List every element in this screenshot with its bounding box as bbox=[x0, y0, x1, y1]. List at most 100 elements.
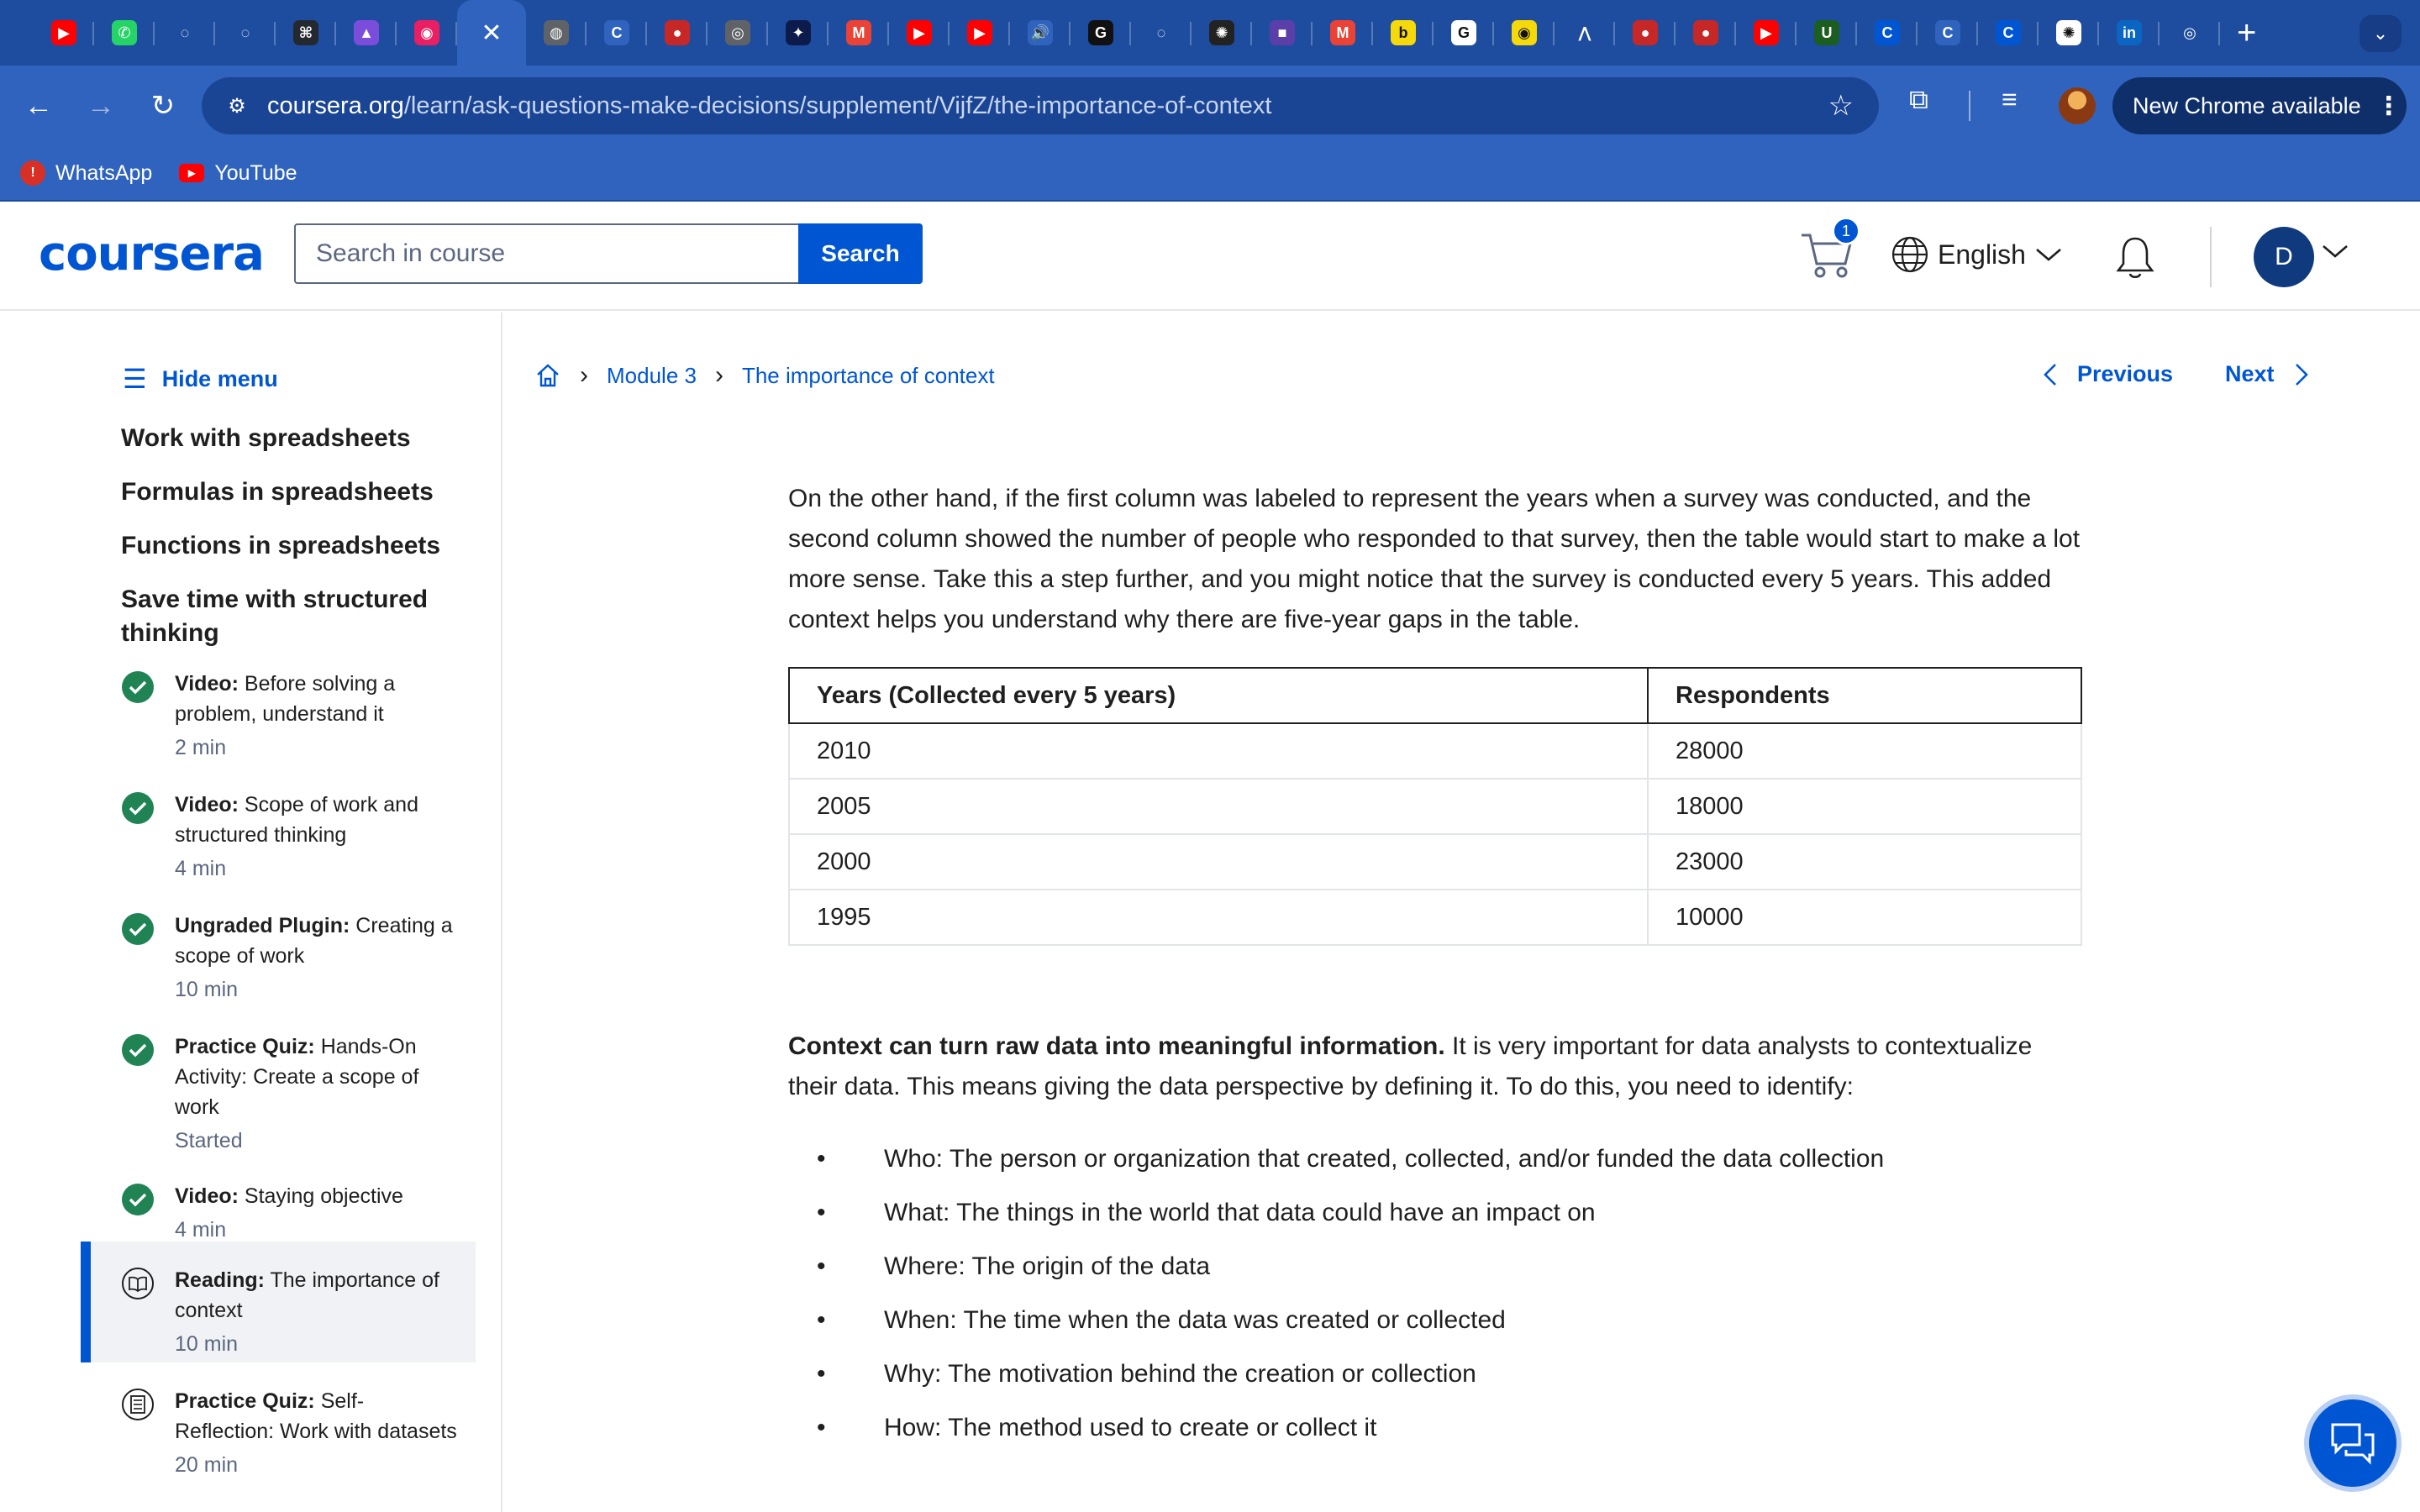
outline-item[interactable]: Practice Quiz: Self-Reflection: Work wit… bbox=[81, 1362, 476, 1483]
whatsapp-icon: ✆ bbox=[112, 20, 137, 45]
language-selector[interactable]: English bbox=[1891, 235, 2071, 274]
video-icon: ■ bbox=[1270, 20, 1295, 45]
forward-icon[interactable]: → bbox=[77, 82, 124, 129]
bookmark-star-icon[interactable]: ☆ bbox=[1828, 89, 1854, 123]
section-heading[interactable]: Functions in spreadsheets bbox=[121, 529, 474, 563]
browser-tab[interactable]: ◉ bbox=[1494, 0, 1555, 66]
browser-tab[interactable]: ◎ bbox=[2160, 0, 2220, 66]
section-heading[interactable]: Save time with structured thinking bbox=[121, 583, 474, 650]
table-cell: 2000 bbox=[788, 833, 1649, 890]
browser-tab[interactable]: ▶ bbox=[34, 0, 94, 66]
new-tab-icon[interactable]: + bbox=[2237, 14, 2256, 52]
browser-tab[interactable]: ▶ bbox=[889, 0, 950, 66]
browser-tab[interactable]: ◉ bbox=[397, 0, 457, 66]
next-button[interactable]: Next bbox=[2225, 361, 2310, 387]
browser-tab[interactable]: ◎ bbox=[708, 0, 768, 66]
audio-icon: 🔊 bbox=[1028, 20, 1053, 45]
chat-icon bbox=[2331, 1423, 2375, 1465]
coursera-logo[interactable]: coursera bbox=[39, 227, 265, 281]
breadcrumb-current-page[interactable]: The importance of context bbox=[742, 363, 995, 389]
browser-tab[interactable]: ▶ bbox=[950, 0, 1010, 66]
table-cell: 28000 bbox=[1647, 722, 2082, 780]
browser-tab[interactable]: ◌ bbox=[215, 0, 276, 66]
browser-tab[interactable]: ✺ bbox=[2039, 0, 2099, 66]
outline-item[interactable]: Video: Before solving a problem, underst… bbox=[81, 645, 476, 766]
outline-item-type: Video: bbox=[175, 1184, 239, 1208]
outline-item-text: Reading: The importance of context 10 min bbox=[175, 1265, 460, 1359]
notifications-bell-icon[interactable] bbox=[2113, 234, 2157, 281]
openai-icon: ✺ bbox=[2056, 20, 2081, 45]
back-icon[interactable]: ← bbox=[15, 82, 62, 129]
outline-item[interactable]: Practice Quiz: Hands-On Activity: Create… bbox=[81, 1008, 476, 1152]
browser-tab[interactable]: ● bbox=[1615, 0, 1676, 66]
reading-list-icon[interactable]: ≡ bbox=[2002, 84, 2018, 115]
gmail-icon: M bbox=[846, 20, 871, 45]
extensions-icon[interactable]: ⧉ bbox=[1909, 84, 1928, 116]
browser-tab[interactable]: ▲ bbox=[336, 0, 397, 66]
home-icon[interactable] bbox=[534, 362, 561, 389]
browser-tab[interactable]: ◍ bbox=[526, 0, 587, 66]
browser-tab[interactable]: in bbox=[2099, 0, 2160, 66]
browser-tab[interactable]: ✦ bbox=[768, 0, 829, 66]
browser-tab[interactable]: ◌ bbox=[155, 0, 215, 66]
browser-tab[interactable]: ▶ bbox=[1736, 0, 1797, 66]
active-tab[interactable]: ✕ bbox=[457, 0, 526, 66]
url-text[interactable]: coursera.org/learn/ask-questions-make-de… bbox=[267, 92, 1271, 120]
search-button[interactable]: Search bbox=[798, 223, 923, 284]
openai-icon: ✺ bbox=[1209, 20, 1234, 45]
browser-tab[interactable]: C bbox=[587, 0, 647, 66]
outline-item[interactable]: Video: Scope of work and structured thin… bbox=[81, 766, 476, 887]
search-input[interactable]: Search in course bbox=[294, 223, 798, 284]
chevron-down-icon[interactable] bbox=[2321, 242, 2349, 260]
table-cell: 10000 bbox=[1647, 889, 2082, 946]
hide-menu-button[interactable]: ☰ Hide menu bbox=[123, 363, 278, 395]
browser-tab[interactable]: ● bbox=[1676, 0, 1736, 66]
browser-tab[interactable]: ⋀ bbox=[1555, 0, 1615, 66]
bookmark-youtube[interactable]: ▶ YouTube bbox=[179, 161, 297, 186]
tab-search-icon[interactable]: ⌄ bbox=[2360, 15, 2402, 52]
site-settings-icon[interactable]: ⚙ bbox=[220, 89, 254, 123]
section-heading[interactable]: Work with spreadsheets bbox=[121, 422, 474, 455]
browser-tab[interactable]: ◌ bbox=[1131, 0, 1192, 66]
youtube-icon: ▶ bbox=[179, 164, 205, 182]
browser-tab[interactable]: ⌘ bbox=[276, 0, 336, 66]
bookmark-whatsapp[interactable]: ! WhatsApp bbox=[20, 160, 152, 186]
browser-tab[interactable]: U bbox=[1797, 0, 1857, 66]
browser-tab[interactable]: M bbox=[1313, 0, 1373, 66]
browser-tab[interactable]: ✆ bbox=[94, 0, 155, 66]
browser-tab[interactable]: C bbox=[1978, 0, 2039, 66]
browser-tab[interactable]: ● bbox=[647, 0, 708, 66]
more-icon: ⋮ bbox=[2375, 92, 2402, 120]
previous-button[interactable]: Previous bbox=[2042, 361, 2173, 387]
app-icon: ● bbox=[1693, 20, 1718, 45]
profile-avatar[interactable] bbox=[2059, 87, 2096, 124]
outline-item-title: Staying objective bbox=[244, 1184, 403, 1208]
browser-tab[interactable]: C bbox=[1918, 0, 1978, 66]
section-heading[interactable]: Formulas in spreadsheets bbox=[121, 475, 474, 509]
browser-tab[interactable]: ✺ bbox=[1192, 0, 1252, 66]
outline-item-meta: 2 min bbox=[175, 736, 227, 759]
browser-toolbar: ← → ↻ ⚙ coursera.org/learn/ask-questions… bbox=[0, 66, 2420, 146]
reload-icon[interactable]: ↻ bbox=[139, 82, 187, 129]
breadcrumb-module-link[interactable]: Module 3 bbox=[607, 363, 697, 389]
browser-tab[interactable]: G bbox=[1434, 0, 1494, 66]
close-icon[interactable]: ✕ bbox=[481, 18, 502, 48]
update-chrome-button[interactable]: New Chrome available ⋮ bbox=[2112, 77, 2407, 134]
outline-item[interactable]: Ungraded Plugin: Creating a scope of wor… bbox=[81, 887, 476, 1008]
chat-support-button[interactable] bbox=[2304, 1394, 2402, 1492]
browser-tab[interactable]: ■ bbox=[1252, 0, 1313, 66]
course-outline-sidebar: ☰ Hide menu Work with spreadsheets Formul… bbox=[0, 312, 502, 1512]
reading-book-icon bbox=[122, 1268, 154, 1299]
outline-item-type: Ungraded Plugin: bbox=[175, 914, 350, 937]
browser-tab[interactable]: C bbox=[1857, 0, 1918, 66]
browser-tab[interactable]: M bbox=[829, 0, 889, 66]
outline-item-text: Video: Before solving a problem, underst… bbox=[175, 669, 460, 763]
browser-tab[interactable]: 🔊 bbox=[1010, 0, 1071, 66]
browser-tab[interactable]: b bbox=[1373, 0, 1434, 66]
loading-icon: ◌ bbox=[1149, 20, 1174, 45]
table-cell: 23000 bbox=[1647, 833, 2082, 890]
user-avatar[interactable]: D bbox=[2254, 227, 2314, 287]
outline-item[interactable]: Reading: The importance of context 10 min bbox=[81, 1242, 476, 1362]
browser-tab[interactable]: G bbox=[1071, 0, 1131, 66]
address-bar[interactable]: ⚙ coursera.org/learn/ask-questions-make-… bbox=[202, 77, 1879, 134]
